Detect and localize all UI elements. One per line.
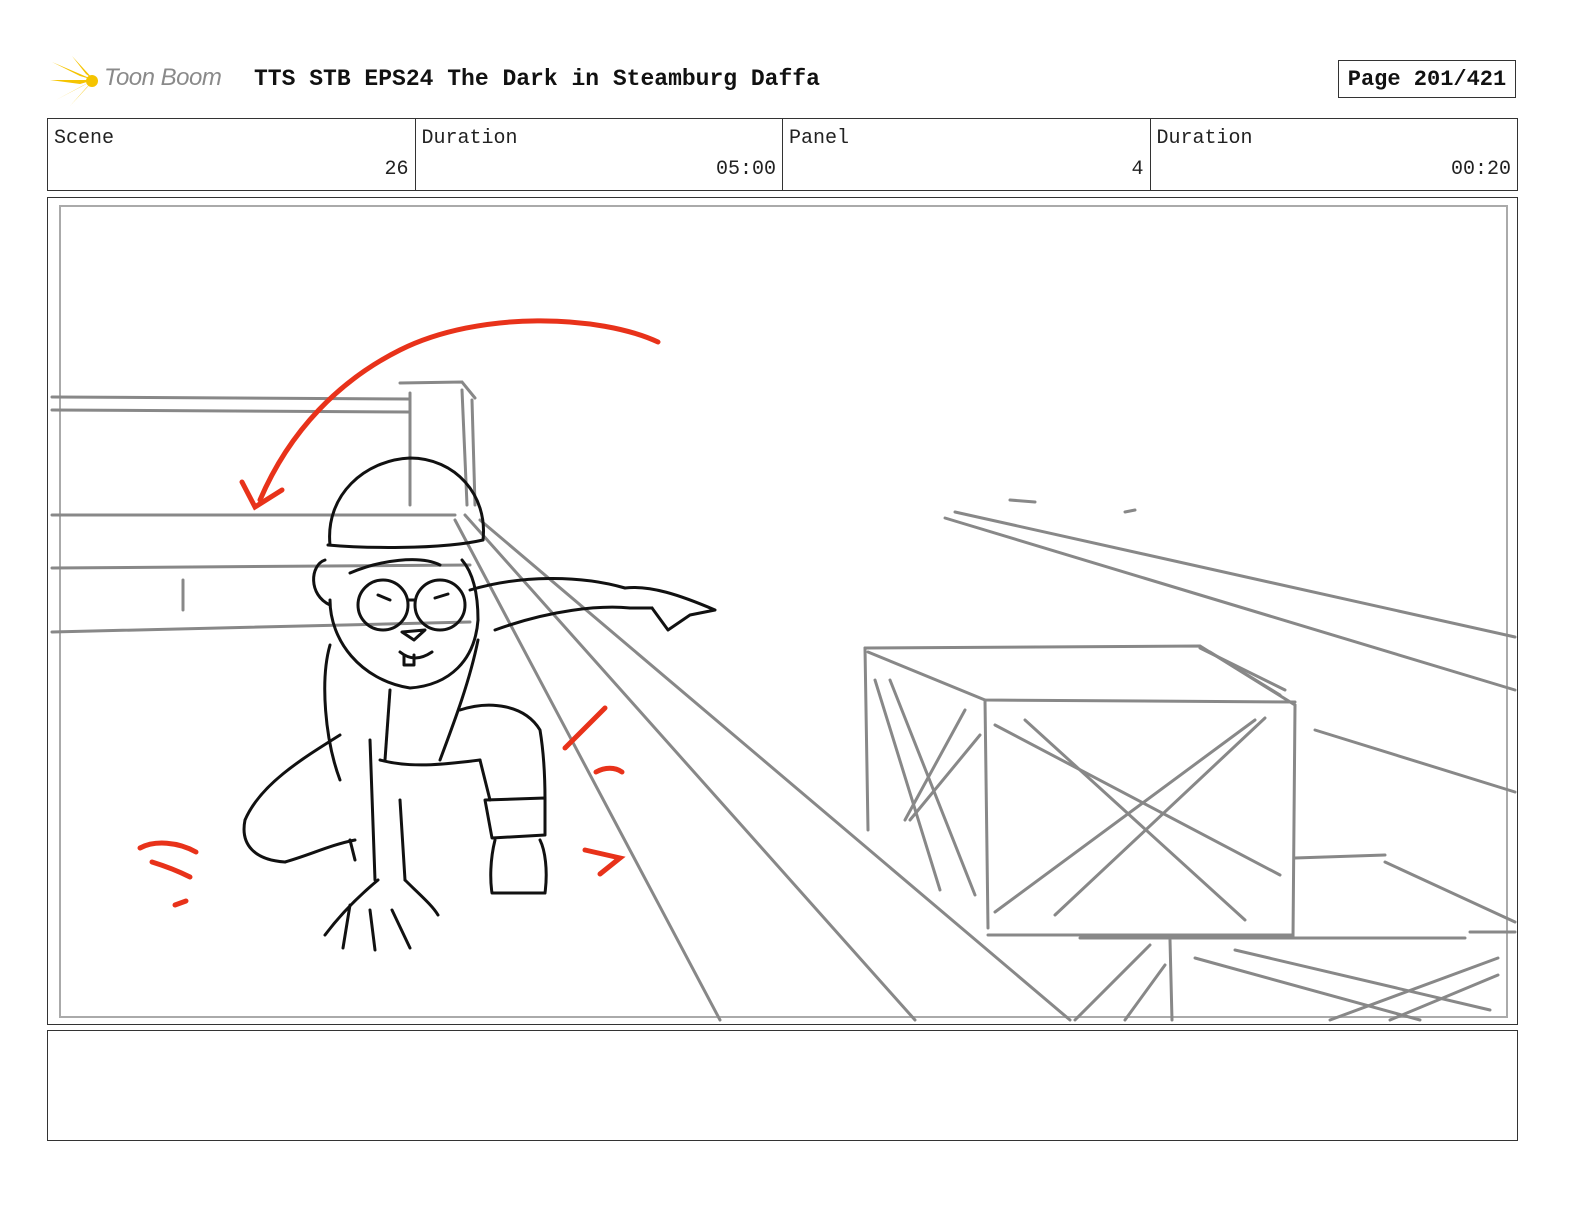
notes-box	[47, 1030, 1518, 1141]
motion-arrows	[137, 318, 661, 908]
crates	[863, 644, 1500, 1022]
